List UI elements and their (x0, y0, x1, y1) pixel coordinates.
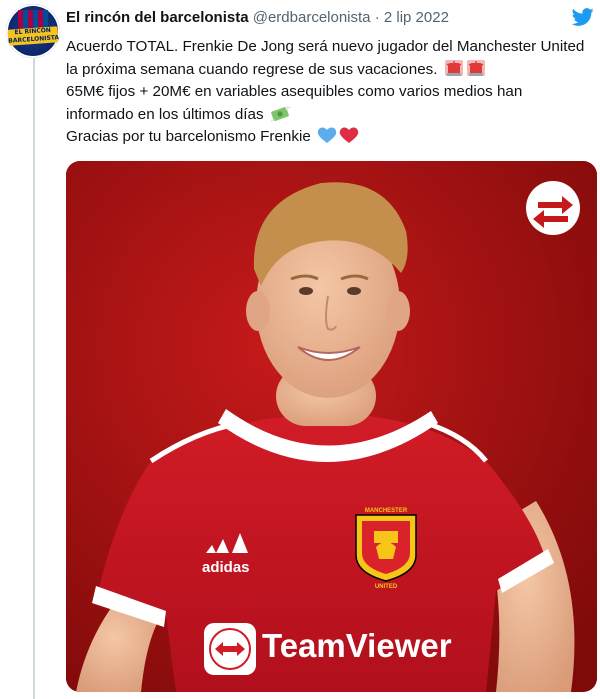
author-display-name[interactable]: El rincón del barcelonista (66, 9, 249, 26)
tweet-text: Acuerdo TOTAL. Frenkie De Jong será nuev… (66, 36, 591, 149)
tweet-text-line-2: 65M€ fijos + 20M€ en variables asequible… (66, 83, 523, 123)
red-heart-emoji (339, 127, 359, 143)
eye-left (299, 287, 313, 295)
blue-heart-emoji (317, 127, 337, 143)
author-handle[interactable]: @erdbarcelonista (253, 9, 371, 26)
avatar[interactable]: EL RINCÓN BARCELONISTA (6, 4, 60, 58)
tweet-date[interactable]: 2 lip 2022 (384, 9, 449, 26)
ear-right (386, 291, 410, 331)
eye-right (347, 287, 361, 295)
tweet-header: El rincón del barcelonista @erdbarceloni… (66, 8, 449, 28)
twitter-logo-icon[interactable] (570, 6, 596, 28)
svg-text:MANCHESTER: MANCHESTER (365, 508, 408, 514)
tweet-media-photo[interactable]: adidas MANCHESTER UNITED TeamViewer (66, 161, 597, 692)
avatar-wordmark: EL RINCÓN BARCELONISTA (7, 26, 60, 46)
tweet-text-line-3: Gracias por tu barcelonismo Frenkie (66, 128, 311, 145)
header-separator: · (374, 9, 380, 26)
tweet-text-line-1: Acuerdo TOTAL. Frenkie De Jong será nuev… (66, 38, 585, 78)
money-with-wings-emoji (270, 105, 291, 122)
ear-left (246, 291, 270, 331)
thread-line (33, 58, 35, 699)
svg-text:TeamViewer: TeamViewer (262, 627, 452, 664)
police-light-emoji (466, 59, 485, 76)
transfer-arrows-icon (526, 181, 580, 235)
svg-text:adidas: adidas (202, 559, 250, 576)
police-light-emoji (444, 59, 463, 76)
svg-text:UNITED: UNITED (375, 584, 398, 590)
